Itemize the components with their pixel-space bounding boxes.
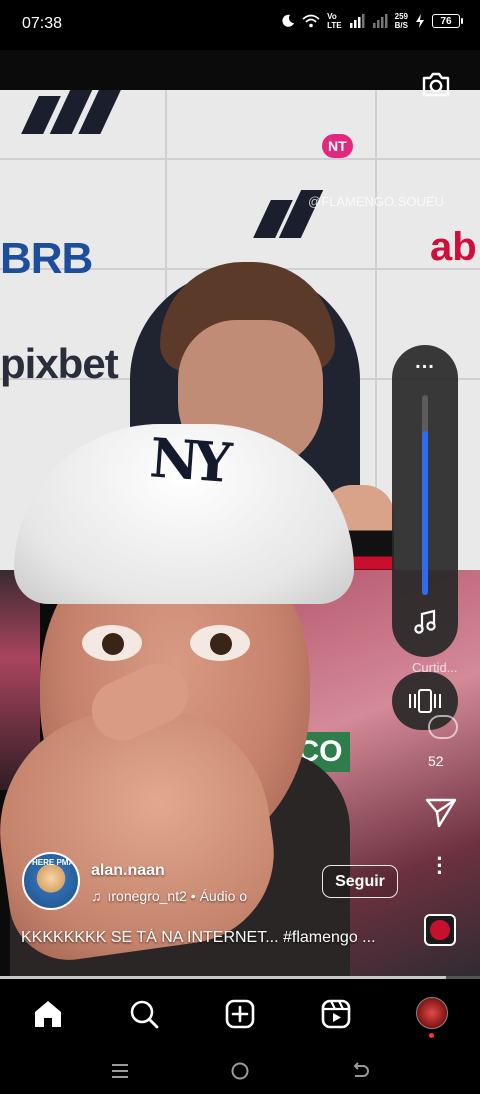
moon-icon xyxy=(282,14,295,27)
battery-indicator: 76 xyxy=(432,14,463,28)
post-caption[interactable]: KKKKKKKK SE TÁ NA INTERNET... #flamengo … xyxy=(21,929,421,947)
audio-name: ıronegro_nt2 • Áudio o xyxy=(107,888,248,904)
camera-icon[interactable] xyxy=(421,70,451,98)
comment-icon[interactable] xyxy=(428,715,458,739)
reels-icon[interactable] xyxy=(319,997,353,1031)
backdrop-divider xyxy=(0,158,480,160)
volume-slider[interactable] xyxy=(422,395,428,595)
more-horizontal-icon[interactable]: ... xyxy=(392,352,458,372)
home-icon[interactable] xyxy=(31,997,65,1031)
battery-level: 76 xyxy=(440,15,452,27)
speed-unit: B/S xyxy=(394,21,408,30)
video-watermark: @FLAMENGO.SOUEU xyxy=(308,194,444,209)
brand-logo: NT xyxy=(322,134,353,158)
audio-attribution[interactable]: ♫ ıronegro_nt2 • Áudio o xyxy=(91,888,271,904)
signal-2-icon xyxy=(372,14,388,28)
vibrate-icon xyxy=(409,689,441,713)
volume-slider-fill xyxy=(422,431,428,595)
status-time: 07:38 xyxy=(22,15,63,32)
signal-icon xyxy=(349,14,365,28)
music-icon: ♫ xyxy=(91,888,102,904)
reactor-eye xyxy=(82,625,142,661)
share-icon[interactable] xyxy=(424,795,458,829)
status-bar: 07:38 Vo LTE 259 B/S 76 xyxy=(0,0,480,50)
recent-apps-icon[interactable] xyxy=(108,1059,132,1083)
sponsor-ab: ab xyxy=(430,225,477,269)
author-avatar[interactable]: HERE PMA xyxy=(22,852,80,910)
comment-count: 52 xyxy=(428,753,444,769)
create-icon[interactable] xyxy=(223,997,257,1031)
notification-dot xyxy=(429,1033,434,1038)
search-icon[interactable] xyxy=(127,997,161,1031)
audio-cover-icon xyxy=(430,920,450,940)
speed-value: 259 xyxy=(394,12,408,21)
music-note-icon[interactable] xyxy=(392,609,458,642)
network-speed: 259 B/S xyxy=(395,12,408,30)
follow-button[interactable]: Seguir xyxy=(322,865,398,898)
wifi-icon xyxy=(302,14,320,28)
reactor-eye xyxy=(190,625,250,661)
status-icons: Vo LTE 259 B/S 76 xyxy=(281,12,463,30)
back-icon[interactable] xyxy=(348,1059,372,1083)
volte-bottom: LTE xyxy=(327,21,342,30)
volte-top: Vo xyxy=(327,12,337,21)
sponsor-brb: BRB xyxy=(0,234,93,283)
bottom-navigation xyxy=(0,979,480,1049)
home-button-icon[interactable] xyxy=(228,1059,252,1083)
charging-icon xyxy=(416,14,424,28)
volume-panel[interactable]: ... xyxy=(392,345,458,657)
audio-thumbnail[interactable] xyxy=(424,914,456,946)
avatar-text: HERE PMA xyxy=(32,858,75,867)
more-vertical-icon[interactable]: · · · xyxy=(432,848,448,884)
system-navigation xyxy=(0,1049,480,1094)
volte-indicator: Vo LTE xyxy=(327,12,342,30)
cap-logo: NY xyxy=(147,425,229,495)
profile-avatar[interactable] xyxy=(416,997,448,1029)
author-username[interactable]: alan.naan xyxy=(91,862,165,880)
